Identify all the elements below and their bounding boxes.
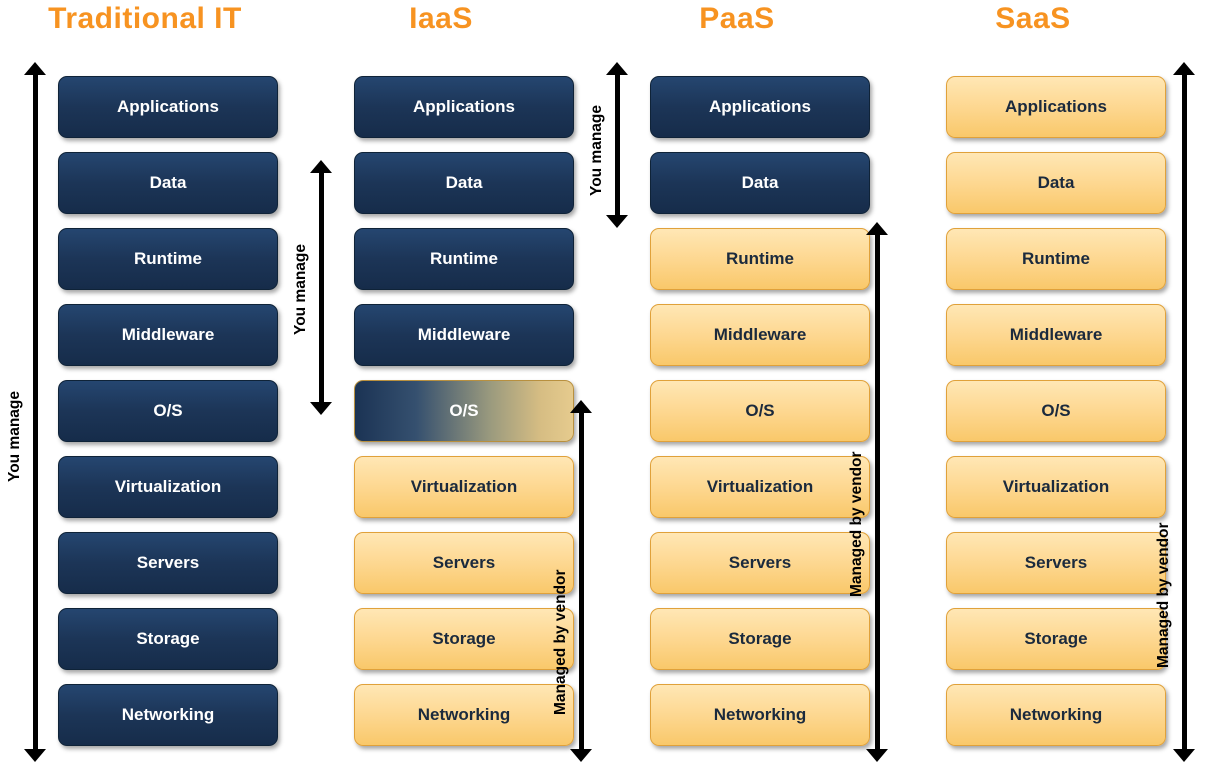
arrow-managed-by-vendor [1173, 62, 1195, 762]
layer-os: O/S [650, 380, 870, 442]
layer-runtime: Runtime [354, 228, 574, 290]
layer-servers: Servers [946, 532, 1166, 594]
column-title: SaaS [995, 2, 1071, 35]
layer-runtime: Runtime [946, 228, 1166, 290]
arrow-head-down-icon [570, 749, 592, 762]
arrow-you-manage [310, 160, 332, 415]
layer-virtualization: Virtualization [946, 456, 1166, 518]
layer-stack: Applications Data Runtime Middleware O/S… [354, 76, 574, 760]
layer-stack: Applications Data Runtime Middleware O/S… [650, 76, 870, 760]
layer-applications: Applications [650, 76, 870, 138]
arrow-shaft [1182, 73, 1187, 751]
cloud-service-models-diagram: Traditional IT Applications Data Runtime… [0, 0, 1215, 777]
column-title: Traditional IT [48, 2, 242, 35]
layer-runtime: Runtime [650, 228, 870, 290]
layer-middleware: Middleware [650, 304, 870, 366]
layer-runtime: Runtime [58, 228, 278, 290]
arrow-shaft [33, 73, 38, 751]
column-title: PaaS [699, 2, 775, 35]
arrow-label-managed-by-vendor: Managed by vendor [1155, 522, 1172, 668]
layer-storage: Storage [58, 608, 278, 670]
arrow-shaft [875, 233, 880, 751]
arrow-head-down-icon [1173, 749, 1195, 762]
layer-data: Data [354, 152, 574, 214]
arrow-head-down-icon [866, 749, 888, 762]
layer-storage: Storage [946, 608, 1166, 670]
layer-stack: Applications Data Runtime Middleware O/S… [58, 76, 278, 760]
column-iaas: IaaS Applications Data Runtime Middlewar… [292, 0, 592, 777]
layer-networking: Networking [650, 684, 870, 746]
layer-virtualization: Virtualization [650, 456, 870, 518]
layer-middleware: Middleware [946, 304, 1166, 366]
arrow-head-down-icon [310, 402, 332, 415]
layer-storage: Storage [354, 608, 574, 670]
layer-networking: Networking [354, 684, 574, 746]
layer-storage: Storage [650, 608, 870, 670]
layer-servers: Servers [58, 532, 278, 594]
layer-data: Data [650, 152, 870, 214]
arrow-label-you-manage: You manage [292, 243, 309, 335]
layer-middleware: Middleware [58, 304, 278, 366]
arrow-shaft [615, 73, 620, 217]
layer-os: O/S [58, 380, 278, 442]
layer-networking: Networking [946, 684, 1166, 746]
arrow-managed-by-vendor [570, 400, 592, 762]
arrow-label-managed-by-vendor: Managed by vendor [552, 569, 569, 715]
layer-stack: Applications Data Runtime Middleware O/S… [946, 76, 1166, 760]
arrow-head-down-icon [606, 215, 628, 228]
layer-data: Data [58, 152, 278, 214]
layer-virtualization: Virtualization [58, 456, 278, 518]
arrow-managed-by-vendor [866, 222, 888, 762]
layer-applications: Applications [354, 76, 574, 138]
column-title: IaaS [409, 2, 473, 35]
column-paas: PaaS Applications Data Runtime Middlewar… [588, 0, 888, 777]
layer-applications: Applications [946, 76, 1166, 138]
arrow-head-down-icon [24, 749, 46, 762]
layer-middleware: Middleware [354, 304, 574, 366]
arrow-shaft [319, 171, 324, 404]
layer-servers: Servers [650, 532, 870, 594]
column-saas: SaaS Applications Data Runtime Middlewar… [888, 0, 1195, 777]
column-traditional-it: Traditional IT Applications Data Runtime… [0, 0, 290, 777]
layer-os: O/S [354, 380, 574, 442]
arrow-label-you-manage: You manage [6, 390, 23, 482]
layer-os: O/S [946, 380, 1166, 442]
layer-servers: Servers [354, 532, 574, 594]
arrow-you-manage [24, 62, 46, 762]
arrow-you-manage [606, 62, 628, 228]
layer-networking: Networking [58, 684, 278, 746]
arrow-label-managed-by-vendor: Managed by vendor [848, 451, 865, 597]
layer-applications: Applications [58, 76, 278, 138]
layer-data: Data [946, 152, 1166, 214]
arrow-shaft [579, 411, 584, 751]
arrow-label-you-manage: You manage [588, 104, 605, 196]
layer-virtualization: Virtualization [354, 456, 574, 518]
